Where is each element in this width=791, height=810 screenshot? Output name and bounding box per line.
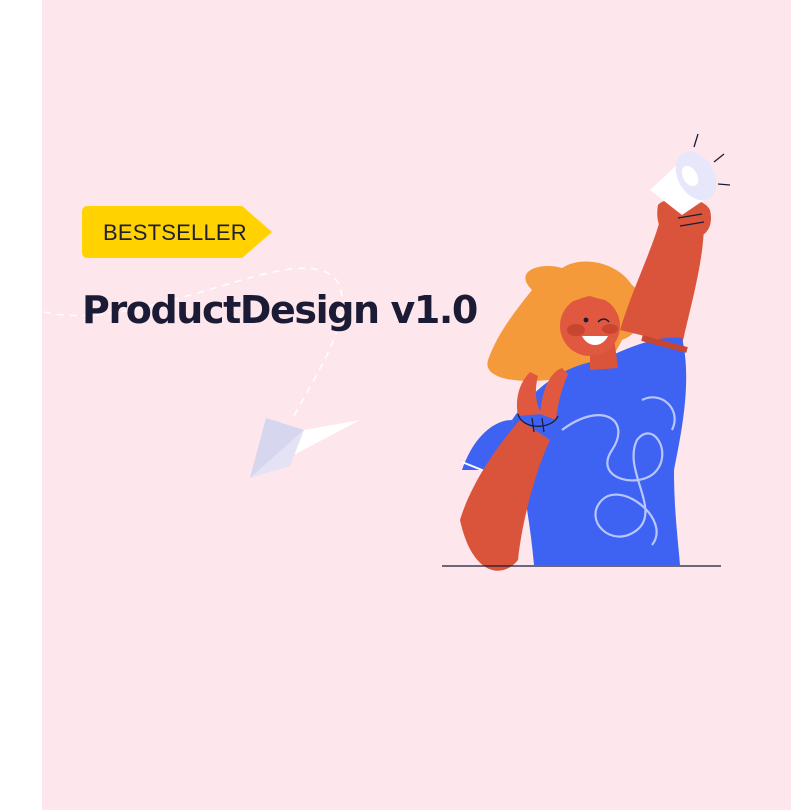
person-illustration bbox=[442, 133, 731, 571]
paper-plane-icon bbox=[250, 418, 360, 478]
badge-label: BESTSELLER bbox=[103, 220, 247, 245]
product-title: ProductDesign v1.0 bbox=[82, 288, 478, 332]
bestseller-badge: BESTSELLER bbox=[82, 206, 272, 258]
hero-banner: BESTSELLER ProductDesign v1.0 bbox=[42, 0, 791, 810]
decoration-layer bbox=[43, 133, 731, 571]
